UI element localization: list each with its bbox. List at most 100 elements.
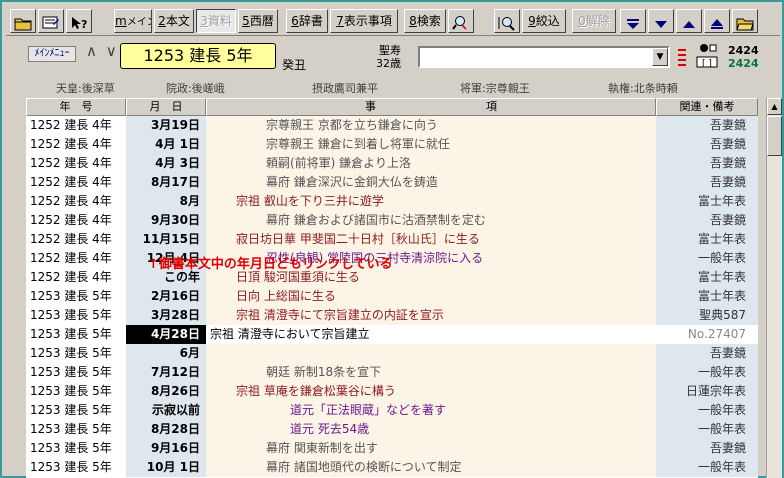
shibori-button[interactable]: 9絞込	[522, 9, 566, 33]
combo-dropdown-button[interactable]: ▼	[652, 48, 668, 66]
kensaku-button[interactable]: 8検索	[404, 9, 446, 33]
row-event[interactable]: 頼嗣(前将軍) 鎌倉より上洛	[206, 154, 656, 173]
row-event[interactable]: 道元 死去54歳	[206, 420, 656, 439]
table-row[interactable]: 1252 建長 4年 8月 宗祖 叡山を下り三井に遊学 富士年表	[26, 192, 758, 211]
row-year[interactable]: 1253 建長 5年	[30, 420, 126, 439]
table-row[interactable]: 1253 建長 5年 4月28日 宗祖 清澄寺において宗旨建立 No.27407	[26, 325, 758, 344]
row-source[interactable]: 吾妻鏡	[656, 439, 758, 458]
row-event[interactable]: 幕府 鎌倉および諸国市に沽酒禁制を定む	[206, 211, 656, 230]
table-row[interactable]: 1253 建長 5年 8月26日 宗祖 草庵を鎌倉松葉谷に構う 日蓮宗年表	[26, 382, 758, 401]
row-year[interactable]: 1253 建長 5年	[30, 325, 126, 344]
table-row[interactable]: 1252 建長 4年 11月15日 寂日坊日華 甲斐国二十日村［秋山氏］に生る 富士年…	[26, 230, 758, 249]
scroll-bottom-button[interactable]	[620, 9, 646, 33]
edit-button[interactable]	[38, 9, 64, 33]
row-event[interactable]: 宗尊親王 鎌倉に到着し将軍に就任	[206, 135, 656, 154]
row-event[interactable]: 宗祖 叡山を下り三井に遊学	[206, 192, 656, 211]
main-menu-tag[interactable]: ﾒｲﾝﾒﾆｭｰ	[28, 46, 76, 62]
vertical-scrollbar[interactable]: ▲	[766, 98, 782, 478]
row-event[interactable]: 宗祖 清澄寺にて宗旨建立の内証を宣示	[206, 306, 656, 325]
shiryo-button[interactable]: 3資料	[196, 9, 236, 33]
table-row[interactable]: 1253 建長 5年 3月28日 宗祖 清澄寺にて宗旨建立の内証を宣示 聖典587	[26, 306, 758, 325]
row-date[interactable]: 4月 3日	[126, 154, 206, 173]
table-row[interactable]: 1253 建長 5年 8月28日 道元 死去54歳 一般年表	[26, 420, 758, 439]
honbun-button[interactable]: 2本文	[154, 9, 194, 33]
row-year[interactable]: 1253 建長 5年	[30, 306, 126, 325]
filter-search-button[interactable]	[494, 9, 520, 33]
row-year[interactable]: 1252 建長 4年	[30, 230, 126, 249]
kaijo-button[interactable]: 0解除	[572, 9, 616, 33]
row-date[interactable]: 8月28日	[126, 420, 206, 439]
row-year[interactable]: 1252 建長 4年	[30, 135, 126, 154]
row-year[interactable]: 1252 建長 4年	[30, 173, 126, 192]
row-year[interactable]: 1252 建長 4年	[30, 192, 126, 211]
row-year[interactable]: 1253 建長 5年	[30, 458, 126, 477]
row-event[interactable]: 宗尊親王 京都を立ち鎌倉に向う	[206, 116, 656, 135]
row-event[interactable]: 日向 上総国に生る	[206, 287, 656, 306]
toggle-switch[interactable]: [ ]	[694, 42, 720, 70]
header-source[interactable]: 関連・備考	[656, 98, 758, 116]
row-event[interactable]: 宗祖 清澄寺において宗旨建立	[206, 325, 656, 344]
table-row[interactable]: 1253 建長 5年 示寂以前 道元「正法眼蔵」などを著す 一般年表	[26, 401, 758, 420]
scroll-down-button[interactable]	[648, 9, 674, 33]
row-source[interactable]: 一般年表	[656, 249, 758, 268]
row-source[interactable]: 一般年表	[656, 420, 758, 439]
row-source[interactable]: 富士年表	[656, 192, 758, 211]
row-source[interactable]: 富士年表	[656, 268, 758, 287]
row-event[interactable]: 幕府 鎌倉深沢に金銅大仏を鋳造	[206, 173, 656, 192]
row-year[interactable]: 1253 建長 5年	[30, 344, 126, 363]
row-year[interactable]: 1253 建長 5年	[30, 287, 126, 306]
row-event[interactable]: 朝廷 新制18条を宣下	[206, 363, 656, 382]
row-source[interactable]: 日蓮宗年表	[656, 382, 758, 401]
open-file-button[interactable]	[732, 9, 758, 33]
row-date[interactable]: 9月30日	[126, 211, 206, 230]
row-date[interactable]: 8月17日	[126, 173, 206, 192]
row-date[interactable]: 8月26日	[126, 382, 206, 401]
row-date[interactable]: 3月28日	[126, 306, 206, 325]
main-menu-button[interactable]: mメイン	[114, 9, 152, 33]
row-year[interactable]: 1252 建長 4年	[30, 249, 126, 268]
row-date[interactable]: 8月	[126, 192, 206, 211]
row-date[interactable]: 示寂以前	[126, 401, 206, 420]
table-row[interactable]: 1252 建長 4年 3月19日 宗尊親王 京都を立ち鎌倉に向う 吾妻鏡	[26, 116, 758, 135]
open-folder-button[interactable]	[10, 9, 36, 33]
row-event[interactable]: 幕府 諸国地頭代の検断について制定	[206, 458, 656, 477]
row-event[interactable]: 道元「正法眼蔵」などを著す	[206, 401, 656, 420]
table-row[interactable]: 1252 建長 4年 4月 3日 頼嗣(前将軍) 鎌倉より上洛 吾妻鏡	[26, 154, 758, 173]
row-date[interactable]: 10月 1日	[126, 458, 206, 477]
table-row[interactable]: 1253 建長 5年 6月 吾妻鏡	[26, 344, 758, 363]
header-year[interactable]: 年 号	[26, 98, 126, 116]
scroll-thumb[interactable]	[767, 116, 782, 156]
lines-icon[interactable]	[676, 46, 688, 68]
row-year[interactable]: 1253 建長 5年	[30, 439, 126, 458]
row-source[interactable]: 吾妻鏡	[656, 211, 758, 230]
row-event[interactable]	[206, 344, 656, 363]
row-source[interactable]: 聖典587	[656, 306, 758, 325]
table-row[interactable]: 1252 建長 4年 9月30日 幕府 鎌倉および諸国市に沽酒禁制を定む 吾妻鏡	[26, 211, 758, 230]
current-era-display[interactable]: 1253 建長 5年	[120, 43, 276, 69]
header-date[interactable]: 月 日	[126, 98, 206, 116]
search-button[interactable]	[448, 9, 474, 33]
scroll-top-button[interactable]	[704, 9, 730, 33]
row-date[interactable]: 4月 1日	[126, 135, 206, 154]
row-source[interactable]: 吾妻鏡	[656, 116, 758, 135]
row-source[interactable]: 富士年表	[656, 230, 758, 249]
row-date[interactable]: 6月	[126, 344, 206, 363]
table-row[interactable]: 1253 建長 5年 7月12日 朝廷 新制18条を宣下 一般年表	[26, 363, 758, 382]
row-source[interactable]: 富士年表	[656, 287, 758, 306]
row-source[interactable]: 吾妻鏡	[656, 154, 758, 173]
row-source[interactable]: 吾妻鏡	[656, 173, 758, 192]
hyoji-button[interactable]: 7表示事項	[330, 9, 398, 33]
row-event[interactable]: 幕府 関東新制を出す	[206, 439, 656, 458]
table-row[interactable]: 1253 建長 5年 2月16日 日向 上総国に生る 富士年表	[26, 287, 758, 306]
row-year[interactable]: 1253 建長 5年	[30, 363, 126, 382]
seireki-button[interactable]: 5西暦	[238, 9, 278, 33]
row-date[interactable]: 4月28日	[126, 325, 206, 344]
era-nav-arrows[interactable]: ∧ ∨	[86, 42, 119, 60]
row-year[interactable]: 1252 建長 4年	[30, 116, 126, 135]
row-year[interactable]: 1253 建長 5年	[30, 382, 126, 401]
row-date[interactable]: 2月16日	[126, 287, 206, 306]
row-year[interactable]: 1253 建長 5年	[30, 401, 126, 420]
row-source[interactable]: 一般年表	[656, 458, 758, 477]
row-year[interactable]: 1252 建長 4年	[30, 268, 126, 287]
row-date[interactable]: 3月19日	[126, 116, 206, 135]
